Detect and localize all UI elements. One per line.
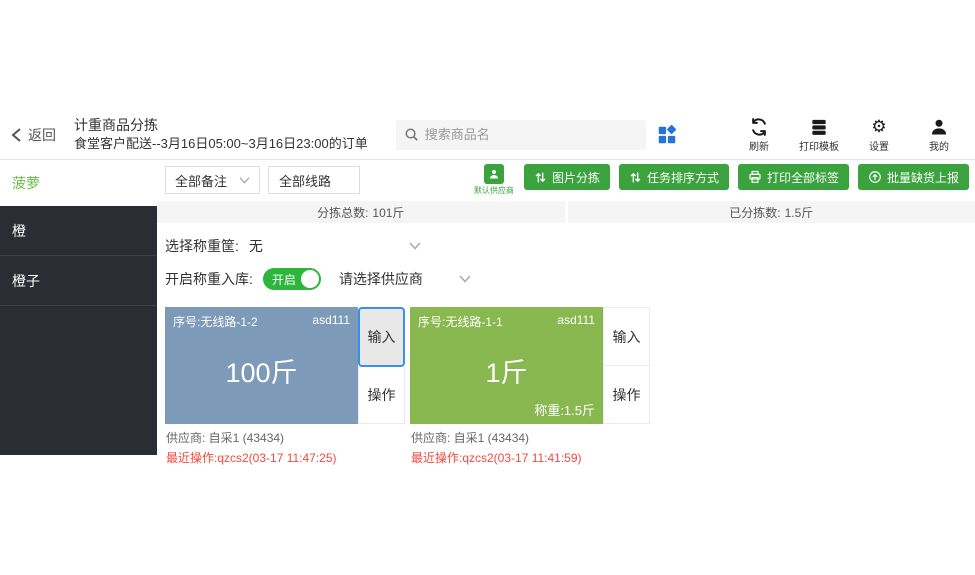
search-box[interactable] <box>396 120 646 150</box>
toolbar: 默认供应商 图片分拣 任务排序方式 <box>473 164 969 196</box>
supplier-select[interactable]: 请选择供应商 <box>339 269 471 289</box>
sorted-value: 1.5斤 <box>785 204 814 221</box>
settings-button[interactable]: ⚙ 设置 <box>857 117 901 153</box>
sidebar-item-pineapple[interactable]: 菠萝 <box>0 160 157 206</box>
basket-row: 选择称重筐: 无 <box>157 234 975 258</box>
sidebar-item-orange2[interactable]: 橙子 <box>0 256 157 306</box>
image-sorting-label: 图片分拣 <box>552 169 600 186</box>
sidebar-item-orange[interactable]: 橙 <box>0 206 157 256</box>
task-card-body[interactable]: 序号:无线路-1-1 asd111 1斤 称重:1.5斤 <box>410 307 603 424</box>
sort-arrows-icon <box>534 171 547 184</box>
default-supplier-label: 默认供应商 <box>474 185 514 196</box>
chevron-down-icon <box>459 275 471 283</box>
supplier-person-icon <box>484 164 504 184</box>
input-button[interactable]: 输入 <box>358 307 405 367</box>
person-icon <box>929 117 949 137</box>
card-footer: 供应商: 自采1 (43434) 最近操作:qzcs2(03-17 11:41:… <box>410 424 650 466</box>
chevron-down-icon <box>239 177 250 184</box>
toggle-on-label: 开启 <box>272 271 296 288</box>
remark-filter-value: 全部备注 <box>175 171 227 190</box>
remark-filter-select[interactable]: 全部备注 <box>165 166 260 194</box>
top-header: 返回 计重商品分拣 食堂客户配送--3月16日05:00~3月16日23:00的… <box>0 110 975 160</box>
action-button[interactable]: 操作 <box>358 367 405 424</box>
total-sorting-stat: 分拣总数: 101斤 <box>157 201 565 223</box>
card-supplier: 供应商: 自采1 (43434) <box>166 429 405 446</box>
sidebar-item-label: 橙 <box>12 221 26 241</box>
refresh-label: 刷新 <box>749 138 769 153</box>
total-sorting-value: 101斤 <box>372 204 404 221</box>
supplier-placeholder: 请选择供应商 <box>339 269 423 289</box>
profile-label: 我的 <box>929 138 949 153</box>
printer-icon <box>748 170 762 184</box>
print-template-label: 打印模板 <box>799 138 839 153</box>
print-all-labels-button[interactable]: 打印全部标签 <box>738 164 849 190</box>
stats-row: 分拣总数: 101斤 已分拣数: 1.5斤 <box>157 201 975 223</box>
product-sidebar: 菠萝 橙 橙子 <box>0 160 157 455</box>
refresh-icon <box>749 117 769 137</box>
sort-arrows-icon <box>629 171 642 184</box>
basket-select[interactable]: 无 <box>249 236 421 256</box>
weigh-storage-toggle[interactable]: 开启 <box>263 268 321 290</box>
report-circle-icon <box>868 170 882 184</box>
sorted-label: 已分拣数: <box>729 204 780 221</box>
title-block: 计重商品分拣 食堂客户配送--3月16日05:00~3月16日23:00的订单 <box>74 116 368 152</box>
default-supplier-button[interactable]: 默认供应商 <box>473 164 515 196</box>
action-button[interactable]: 操作 <box>603 366 650 424</box>
task-card: 序号:无线路-1-2 asd111 100斤 输入 操作 供应商: 自采1 (4… <box>165 307 405 466</box>
sidebar-item-label: 菠萝 <box>12 173 40 193</box>
card-last-operation: 最近操作:qzcs2(03-17 11:47:25) <box>166 449 405 466</box>
weigh-storage-row: 开启称重入库: 开启 请选择供应商 <box>157 266 975 292</box>
print-template-icon <box>809 117 829 137</box>
task-cards: 序号:无线路-1-2 asd111 100斤 输入 操作 供应商: 自采1 (4… <box>157 307 975 466</box>
sorted-stat: 已分拣数: 1.5斤 <box>568 201 975 223</box>
page-subtitle: 食堂客户配送--3月16日05:00~3月16日23:00的订单 <box>74 135 368 153</box>
profile-button[interactable]: 我的 <box>917 117 961 153</box>
filter-row: 全部备注 全部线路 默认供应商 <box>157 160 975 200</box>
card-weighed-value: 称重:1.5斤 <box>534 400 595 419</box>
route-filter-value: 全部线路 <box>279 171 331 190</box>
task-sort-mode-label: 任务排序方式 <box>647 169 719 186</box>
card-footer: 供应商: 自采1 (43434) 最近操作:qzcs2(03-17 11:47:… <box>165 424 405 466</box>
input-button[interactable]: 输入 <box>603 307 650 366</box>
route-filter-input[interactable]: 全部线路 <box>268 166 360 194</box>
card-last-operation: 最近操作:qzcs2(03-17 11:41:59) <box>411 449 650 466</box>
gear-icon: ⚙ <box>871 117 886 137</box>
apps-grid-icon[interactable] <box>656 124 678 146</box>
refresh-button[interactable]: 刷新 <box>737 117 781 153</box>
print-template-button[interactable]: 打印模板 <box>797 117 841 153</box>
chevron-left-icon <box>10 127 24 143</box>
basket-label: 选择称重筐: <box>165 236 239 256</box>
header-actions: 刷新 打印模板 ⚙ 设置 我的 <box>737 117 961 153</box>
basket-value: 无 <box>249 236 263 256</box>
task-card: 序号:无线路-1-1 asd111 1斤 称重:1.5斤 输入 操作 供应商: … <box>410 307 650 466</box>
back-button[interactable]: 返回 <box>10 125 56 145</box>
card-quantity: 100斤 <box>165 307 358 424</box>
card-supplier: 供应商: 自采1 (43434) <box>411 429 650 446</box>
bulk-outofstock-report-label: 批量缺货上报 <box>887 169 959 186</box>
weigh-storage-label: 开启称重入库: <box>165 269 253 289</box>
sidebar-item-label: 橙子 <box>12 271 40 291</box>
settings-label: 设置 <box>869 138 889 153</box>
task-card-body[interactable]: 序号:无线路-1-2 asd111 100斤 <box>165 307 358 424</box>
bulk-outofstock-report-button[interactable]: 批量缺货上报 <box>858 164 969 190</box>
sidebar-dark-panel: 橙 橙子 <box>0 206 157 455</box>
total-sorting-label: 分拣总数: <box>317 204 368 221</box>
main-content: 全部备注 全部线路 默认供应商 <box>157 160 975 466</box>
back-label: 返回 <box>28 125 56 145</box>
page-title: 计重商品分拣 <box>74 116 368 135</box>
card-buttons: 输入 操作 <box>358 307 405 424</box>
chevron-down-icon <box>409 242 421 250</box>
card-buttons: 输入 操作 <box>603 307 650 424</box>
search-input[interactable] <box>425 127 615 142</box>
print-all-labels-label: 打印全部标签 <box>767 169 839 186</box>
search-icon <box>404 127 419 142</box>
image-sorting-button[interactable]: 图片分拣 <box>524 164 610 190</box>
task-sort-mode-button[interactable]: 任务排序方式 <box>619 164 729 190</box>
toggle-knob <box>301 270 319 288</box>
